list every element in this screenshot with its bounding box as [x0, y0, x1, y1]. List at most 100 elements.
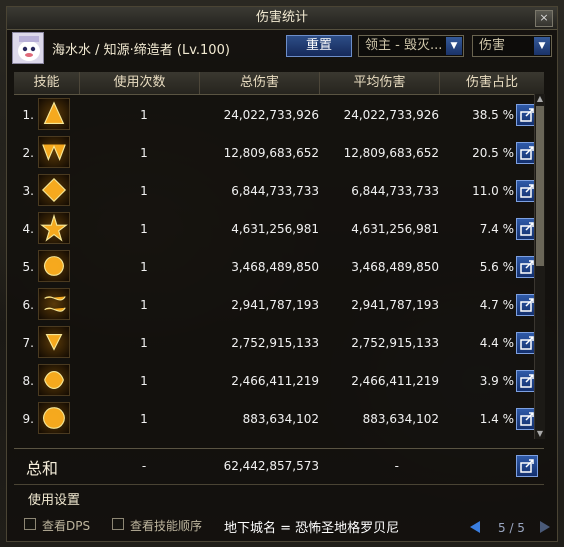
page-indicator: 5 / 5	[498, 521, 525, 535]
col-total[interactable]: 总伤害	[200, 72, 320, 94]
skill-icon	[38, 402, 70, 434]
row-rank: 1.	[22, 108, 34, 122]
summary-uses: -	[141, 459, 147, 473]
next-page-icon[interactable]	[540, 521, 550, 533]
row-uses: 1	[140, 108, 148, 122]
table-row[interactable]: 7. 1 2,752,915,133 2,752,915,133 4.4 %	[14, 324, 544, 362]
table-row[interactable]: 9. 1 883,634,102 883,634,102 1.4 %	[14, 400, 544, 438]
row-rank: 8.	[22, 374, 34, 388]
row-rank: 5.	[22, 260, 34, 274]
share-icon	[520, 459, 534, 473]
metric-select-value: 伤害	[479, 38, 506, 53]
row-uses: 1	[140, 260, 148, 274]
window-titlebar[interactable]: 伤害统计 ×	[7, 7, 557, 30]
chevron-down-icon: ▼	[534, 37, 550, 55]
summary-row: 总和 - 62,442,857,573 -	[14, 448, 544, 483]
row-uses: 1	[140, 336, 148, 350]
table-scrollbar[interactable]: ▲ ▼	[534, 94, 545, 439]
dungeon-name: 地下城名 = 恐怖圣地格罗贝尼	[224, 521, 400, 536]
character-header: 海水水 / 知源·缔造者 (Lv.100) 重置 领主 - 毁灭... ▼ 伤害…	[12, 32, 552, 64]
row-share: 1.4 %	[479, 412, 514, 426]
row-avg: 6,844,733,733	[351, 184, 439, 198]
row-uses: 1	[140, 146, 148, 160]
row-share: 20.5 %	[472, 146, 514, 160]
row-uses: 1	[140, 374, 148, 388]
table-row[interactable]: 2. 1 12,809,683,652 12,809,683,652 20.5 %	[14, 134, 544, 172]
reset-button[interactable]: 重置	[286, 35, 352, 57]
row-rank: 7.	[22, 336, 34, 350]
scroll-up-icon[interactable]: ▲	[535, 94, 545, 104]
summary-label: 总和	[26, 459, 59, 478]
character-name: 海水水 / 知源·缔造者 (Lv.100)	[52, 43, 230, 58]
row-total: 6,844,733,733	[231, 184, 319, 198]
row-avg: 3,468,489,850	[351, 260, 439, 274]
row-share: 4.4 %	[479, 336, 514, 350]
row-uses: 1	[140, 298, 148, 312]
row-share: 4.7 %	[479, 298, 514, 312]
row-total: 12,809,683,652	[223, 146, 319, 160]
row-share: 11.0 %	[472, 184, 514, 198]
row-avg: 12,809,683,652	[343, 146, 439, 160]
footer-bar: 查看DPS 查看技能顺序 地下城名 = 恐怖圣地格罗贝尼 5 / 5	[0, 513, 564, 547]
row-avg: 4,631,256,981	[351, 222, 439, 236]
row-rank: 2.	[22, 146, 34, 160]
col-uses[interactable]: 使用次数	[80, 72, 200, 94]
row-total: 2,752,915,133	[231, 336, 319, 350]
boss-select-value: 领主 - 毁灭...	[365, 38, 443, 53]
view-order-checkbox[interactable]	[112, 518, 124, 530]
table-row[interactable]: 3. 1 6,844,733,733 6,844,733,733 11.0 %	[14, 172, 544, 210]
row-uses: 1	[140, 184, 148, 198]
table-row[interactable]: 8. 1 2,466,411,219 2,466,411,219 3.9 %	[14, 362, 544, 400]
skill-icon	[38, 174, 70, 206]
row-total: 3,468,489,850	[231, 260, 319, 274]
skill-icon	[38, 288, 70, 320]
table-row[interactable]: 4. 1 4,631,256,981 4,631,256,981 7.4 %	[14, 210, 544, 248]
row-rank: 3.	[22, 184, 34, 198]
skill-icon	[38, 98, 70, 130]
row-rank: 9.	[22, 412, 34, 426]
metric-select[interactable]: 伤害 ▼	[472, 35, 552, 57]
row-uses: 1	[140, 412, 148, 426]
row-avg: 883,634,102	[362, 412, 439, 426]
close-button[interactable]: ×	[535, 10, 553, 27]
col-skill[interactable]: 技能	[14, 72, 80, 94]
scroll-down-icon[interactable]: ▼	[535, 429, 545, 439]
row-avg: 2,466,411,219	[351, 374, 439, 388]
share-button[interactable]	[516, 455, 538, 477]
scroll-thumb[interactable]	[536, 106, 544, 266]
settings-tab[interactable]: 使用设置	[28, 489, 80, 508]
boss-select[interactable]: 领主 - 毁灭... ▼	[358, 35, 464, 57]
row-share: 3.9 %	[479, 374, 514, 388]
skill-icon	[38, 250, 70, 282]
prev-page-icon[interactable]	[470, 521, 480, 533]
skill-icon	[38, 136, 70, 168]
table-row[interactable]: 6. 1 2,941,787,193 2,941,787,193 4.7 %	[14, 286, 544, 324]
row-uses: 1	[140, 222, 148, 236]
summary-avg: -	[394, 459, 399, 473]
row-total: 883,634,102	[242, 412, 319, 426]
skill-icon	[38, 212, 70, 244]
chevron-down-icon: ▼	[446, 37, 462, 55]
row-total: 2,466,411,219	[231, 374, 319, 388]
view-order-label: 查看技能顺序	[130, 519, 203, 533]
skill-icon	[38, 364, 70, 396]
avatar	[12, 32, 44, 64]
row-avg: 2,941,787,193	[351, 298, 439, 312]
table-row[interactable]: 5. 1 3,468,489,850 3,468,489,850 5.6 %	[14, 248, 544, 286]
col-avg[interactable]: 平均伤害	[320, 72, 440, 94]
row-avg: 2,752,915,133	[351, 336, 439, 350]
table-row[interactable]: 1. 1 24,022,733,926 24,022,733,926 38.5 %	[14, 96, 544, 134]
view-dps-label: 查看DPS	[42, 519, 91, 533]
col-share[interactable]: 伤害占比	[440, 72, 544, 94]
skill-icon	[38, 326, 70, 358]
window-title: 伤害统计	[255, 10, 308, 25]
settings-bar: 使用设置	[14, 484, 544, 508]
row-rank: 6.	[22, 298, 34, 312]
row-avg: 24,022,733,926	[343, 108, 439, 122]
row-total: 4,631,256,981	[231, 222, 319, 236]
avatar-icon	[13, 33, 43, 63]
row-share: 7.4 %	[479, 222, 514, 236]
view-dps-checkbox[interactable]	[24, 518, 36, 530]
row-total: 2,941,787,193	[231, 298, 319, 312]
summary-total: 62,442,857,573	[223, 459, 319, 473]
